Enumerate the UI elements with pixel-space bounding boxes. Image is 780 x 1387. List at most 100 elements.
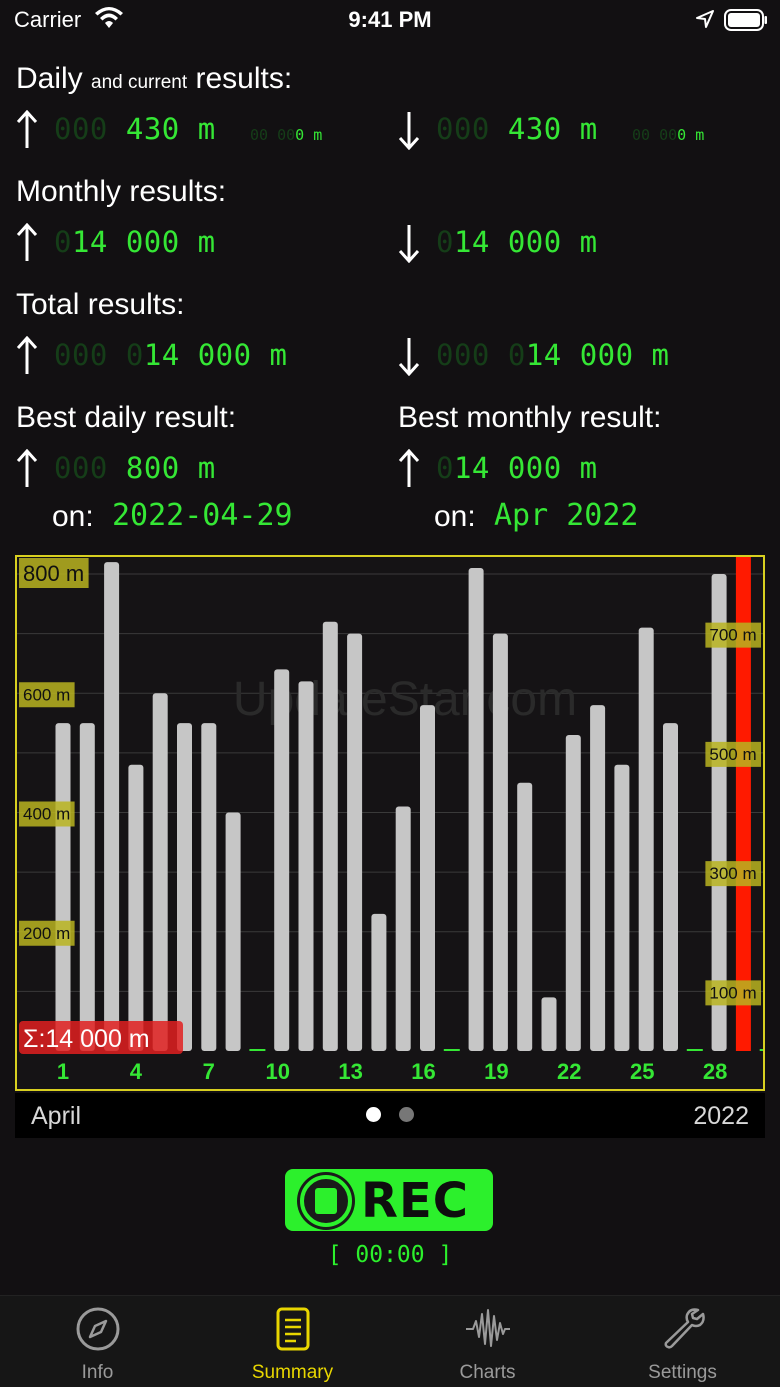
best-daily-dim: 000 (54, 451, 108, 485)
bar (614, 764, 630, 1051)
y-label-left: 600 m (23, 685, 70, 704)
battery-icon (724, 9, 767, 31)
arrow-up-icon (16, 110, 38, 148)
x-tick-label: 7 (203, 1059, 215, 1084)
x-tick-label: 16 (411, 1059, 435, 1084)
daily-down-dim: 000 (436, 112, 490, 146)
arrow-down-icon (398, 338, 420, 376)
sum-label: Σ:14 000 m (23, 1025, 150, 1053)
best-daily-on-label: on: (52, 500, 94, 533)
bar (468, 568, 484, 1051)
total-up-dim: 000 0 (54, 338, 144, 372)
tab-charts-label: Charts (459, 1362, 516, 1383)
bar (590, 705, 606, 1051)
total-results-title: Total results: (16, 288, 185, 321)
daily-bar-chart[interactable]: UpdateStar.com 800 m 600 m 400 m 200 m 700 m5… (15, 555, 765, 1091)
bar-zero (443, 1049, 460, 1051)
tab-info[interactable]: Info (0, 1296, 195, 1387)
stop-icon (300, 1175, 352, 1227)
bar-zero (759, 1049, 763, 1051)
arrow-down-icon (398, 112, 420, 150)
total-up-lit: 14 000 m (143, 338, 288, 372)
chart-canvas: UpdateStar.com800 m600 m400 m200 m700 m5… (17, 557, 763, 1084)
total-down-dim: 000 0 (436, 338, 526, 372)
clock: 9:41 PM (348, 7, 432, 32)
bar (395, 806, 411, 1051)
bar (347, 633, 363, 1051)
y-label-right: 700 m (709, 626, 756, 645)
waveform-icon (466, 1309, 510, 1347)
total-down-value: 000 014 000 m (436, 338, 670, 372)
tab-summary[interactable]: Summary (195, 1296, 390, 1387)
bar (274, 669, 290, 1051)
bar-zero (249, 1049, 266, 1051)
daily-title-part1: Daily (16, 62, 92, 95)
daily-up-current-lit: 0 m (295, 126, 323, 144)
daily-title-part2: results: (187, 62, 293, 95)
x-tick-label: 19 (484, 1059, 508, 1084)
bar (177, 723, 192, 1051)
best-daily-title: Best daily result: (16, 401, 237, 434)
tab-info-label: Info (81, 1362, 114, 1383)
bar (541, 997, 557, 1051)
bar (298, 681, 314, 1051)
arrow-down-icon (398, 225, 420, 263)
daily-results-title: Daily and current results: (16, 62, 292, 96)
daily-down-current-dim: 00 00 (632, 126, 678, 144)
bar (79, 723, 95, 1051)
page-dot-active[interactable] (366, 1107, 381, 1122)
status-bar: Carrier 9:41 PM (0, 0, 780, 40)
bar (371, 913, 387, 1051)
x-tick-label: 10 (265, 1059, 289, 1084)
best-monthly-lit: 14 000 m (453, 451, 598, 485)
best-monthly-dim: 0 (436, 451, 454, 485)
tab-charts[interactable]: Charts (390, 1296, 585, 1387)
y-label-top: 800 m (23, 561, 84, 586)
wrench-icon (664, 1308, 705, 1349)
bar (492, 633, 508, 1051)
daily-title-small: and current (91, 72, 188, 93)
chart-footer: April 2022 (15, 1093, 765, 1138)
tab-settings[interactable]: Settings (585, 1296, 780, 1387)
daily-up-dim: 000 (54, 112, 108, 146)
bar (201, 723, 217, 1051)
arrow-up-icon (16, 223, 38, 261)
tab-bar: Info Summary Charts Settings (0, 1295, 780, 1387)
total-down-lit: 14 000 m (525, 338, 670, 372)
arrow-up-icon (398, 449, 420, 487)
x-tick-label: 28 (703, 1059, 727, 1084)
bar (565, 734, 581, 1051)
monthly-down-value: 014 000 m (436, 225, 598, 259)
compass-icon (76, 1307, 120, 1351)
daily-up-current: 00 000 m (250, 126, 322, 144)
bar (663, 723, 678, 1051)
document-icon (276, 1307, 310, 1351)
page-dot-inactive[interactable] (399, 1107, 414, 1122)
best-monthly-date: Apr 2022 (494, 498, 639, 533)
bar (152, 693, 168, 1051)
y-label-right: 500 m (709, 745, 756, 764)
daily-down-value: 000 430 m (436, 112, 598, 146)
bar-zero (686, 1049, 703, 1051)
arrow-up-icon (16, 336, 38, 374)
monthly-down-lit: 14 000 m (453, 225, 598, 259)
tab-summary-label: Summary (251, 1362, 334, 1383)
monthly-up-lit: 14 000 m (71, 225, 216, 259)
x-tick-label: 13 (338, 1059, 362, 1084)
best-daily-lit: 800 m (125, 451, 216, 485)
x-tick-label: 22 (557, 1059, 581, 1084)
arrow-up-icon (16, 449, 38, 487)
record-button[interactable]: REC (285, 1169, 493, 1231)
daily-down-current: 00 000 m (632, 126, 704, 144)
y-label-right: 100 m (709, 983, 756, 1002)
daily-up-lit: 430 m (125, 112, 216, 146)
bar (638, 627, 654, 1051)
daily-up-current-dim: 00 00 (250, 126, 296, 144)
x-tick-label: 1 (57, 1059, 69, 1084)
monthly-up-dim: 0 (54, 225, 72, 259)
monthly-up-value: 014 000 m (54, 225, 216, 259)
y-label-left: 200 m (23, 924, 70, 943)
bar (128, 764, 144, 1051)
y-label-left: 400 m (23, 805, 70, 824)
best-daily-date: 2022-04-29 (112, 498, 293, 533)
